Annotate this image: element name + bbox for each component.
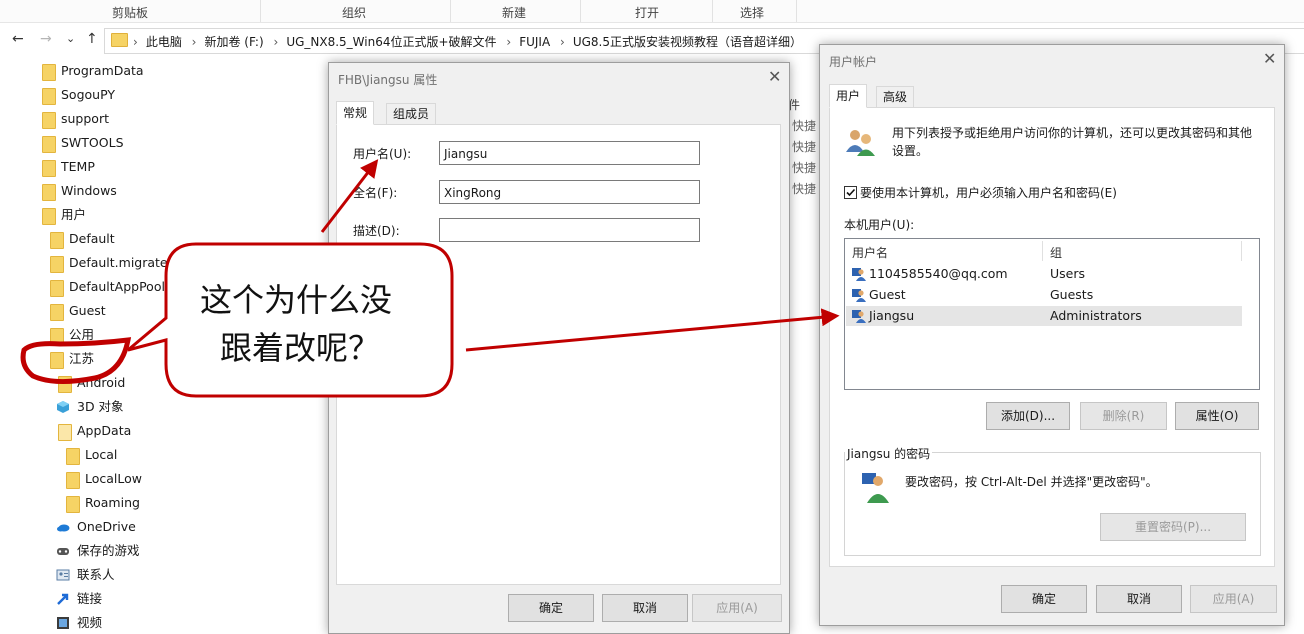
circle-mark (20, 337, 132, 384)
annotation-line-2: 跟着改呢？ (220, 329, 381, 367)
password-group-label: Jiangsu 的密码 (845, 445, 933, 462)
arrow-to-jiangsu-row (465, 308, 840, 352)
annotation-overlay (20, 159, 840, 398)
annotation-line-1: 这个为什么没 (200, 281, 393, 319)
arrow-to-username (320, 159, 379, 233)
tab-general[interactable]: 常规 (336, 101, 375, 125)
tab-users[interactable]: 用户 (829, 84, 868, 108)
